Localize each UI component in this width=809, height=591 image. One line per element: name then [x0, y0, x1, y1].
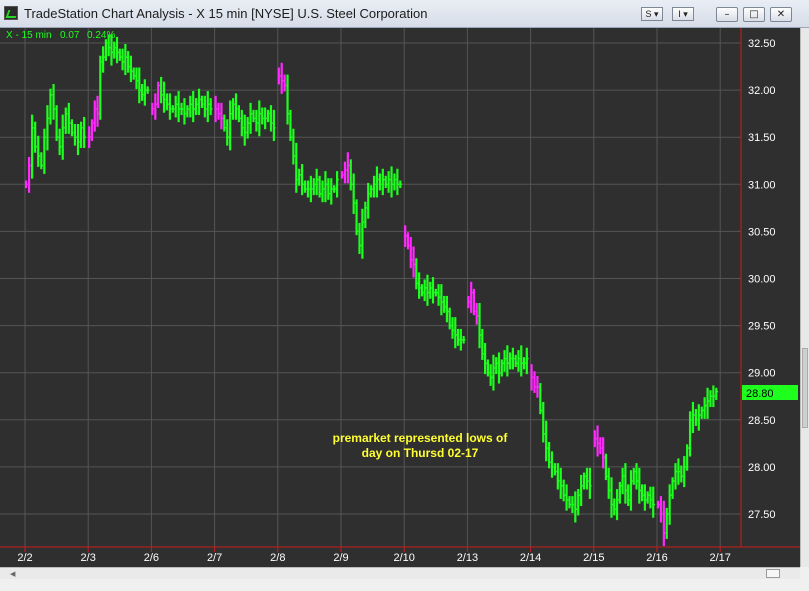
date-axis: 2/2 2/3 2/6 2/7 2/8 2/9 2/10 2/13 2/14 2/15 2/16 2/… [17, 547, 731, 564]
y-tick-label: 32.00 [748, 85, 776, 97]
x-tick-label: 2/16 [646, 552, 667, 564]
maximize-icon: □ [749, 9, 759, 20]
symbol-info: X - 15 min 0.07 0.24% [6, 30, 115, 41]
minimize-icon: – [724, 9, 730, 20]
chart-grid [0, 28, 741, 547]
vertical-scrollbar[interactable] [800, 28, 809, 567]
symbol-link-button[interactable]: S ▾ [641, 7, 663, 21]
maximize-button[interactable]: □ [743, 7, 765, 22]
bottom-strip [0, 579, 809, 591]
window-title: TradeStation Chart Analysis - X 15 min [… [24, 6, 428, 21]
x-tick-label: 2/14 [520, 552, 541, 564]
y-tick-label: 30.50 [748, 226, 776, 238]
symbol-label: X - 15 min [6, 30, 52, 41]
x-tick-label: 2/8 [270, 552, 285, 564]
x-tick-label: 2/10 [393, 552, 414, 564]
price-bars [24, 34, 719, 547]
y-tick-label: 28.50 [748, 415, 776, 427]
x-tick-label: 2/6 [144, 552, 159, 564]
minimize-button[interactable]: – [716, 7, 738, 22]
x-tick-label: 2/7 [207, 552, 222, 564]
x-tick-label: 2/2 [17, 552, 32, 564]
interval-link-button[interactable]: I ▾ [672, 7, 694, 21]
change-percent: 0.24% [87, 30, 115, 41]
y-tick-label: 31.00 [748, 179, 776, 191]
y-tick-label: 27.50 [748, 509, 776, 521]
y-tick-label: 32.50 [748, 38, 776, 50]
price-chart[interactable]: 32.50 32.00 31.50 31.00 30.50 30.00 29.50 29.00… [0, 28, 800, 567]
x-tick-label: 2/13 [457, 552, 478, 564]
x-tick-label: 2/3 [81, 552, 96, 564]
x-tick-label: 2/17 [709, 552, 730, 564]
last-price-marker: 28.80 [742, 385, 798, 400]
title-bar: TradeStation Chart Analysis - X 15 min [… [0, 0, 809, 28]
change-value: 0.07 [60, 30, 80, 41]
interval-link-label: I [678, 9, 681, 19]
tradestation-chart-icon [4, 6, 18, 20]
dropdown-arrow-icon: ▾ [683, 9, 688, 19]
y-tick-label: 29.00 [748, 368, 776, 380]
x-tick-label: 2/9 [333, 552, 348, 564]
y-tick-label: 30.00 [748, 274, 776, 286]
horizontal-scrollbar-thumb[interactable] [766, 569, 780, 578]
scroll-left-arrow-icon[interactable]: ◀ [10, 570, 15, 578]
last-price-label: 28.80 [746, 388, 774, 400]
dropdown-arrow-icon: ▾ [654, 9, 659, 19]
annotation: premarket represented lows of day on Thu… [333, 431, 509, 460]
y-tick-label: 29.50 [748, 321, 776, 333]
price-axis: 32.50 32.00 31.50 31.00 30.50 30.00 29.50 29.00… [748, 38, 776, 521]
y-tick-label: 31.50 [748, 132, 776, 144]
vertical-scrollbar-thumb[interactable] [802, 348, 808, 428]
chart-area[interactable]: 32.50 32.00 31.50 31.00 30.50 30.00 29.50 29.00… [0, 28, 800, 567]
symbol-link-label: S [645, 9, 652, 19]
annotation-line-2: day on Thursd 02-17 [362, 446, 479, 460]
horizontal-scrollbar[interactable]: ◀ [0, 567, 800, 579]
annotation-line-1: premarket represented lows of [333, 431, 509, 445]
close-button[interactable]: ✕ [770, 7, 792, 22]
y-tick-label: 28.00 [748, 462, 776, 474]
x-tick-label: 2/15 [583, 552, 604, 564]
close-icon: ✕ [776, 9, 786, 20]
